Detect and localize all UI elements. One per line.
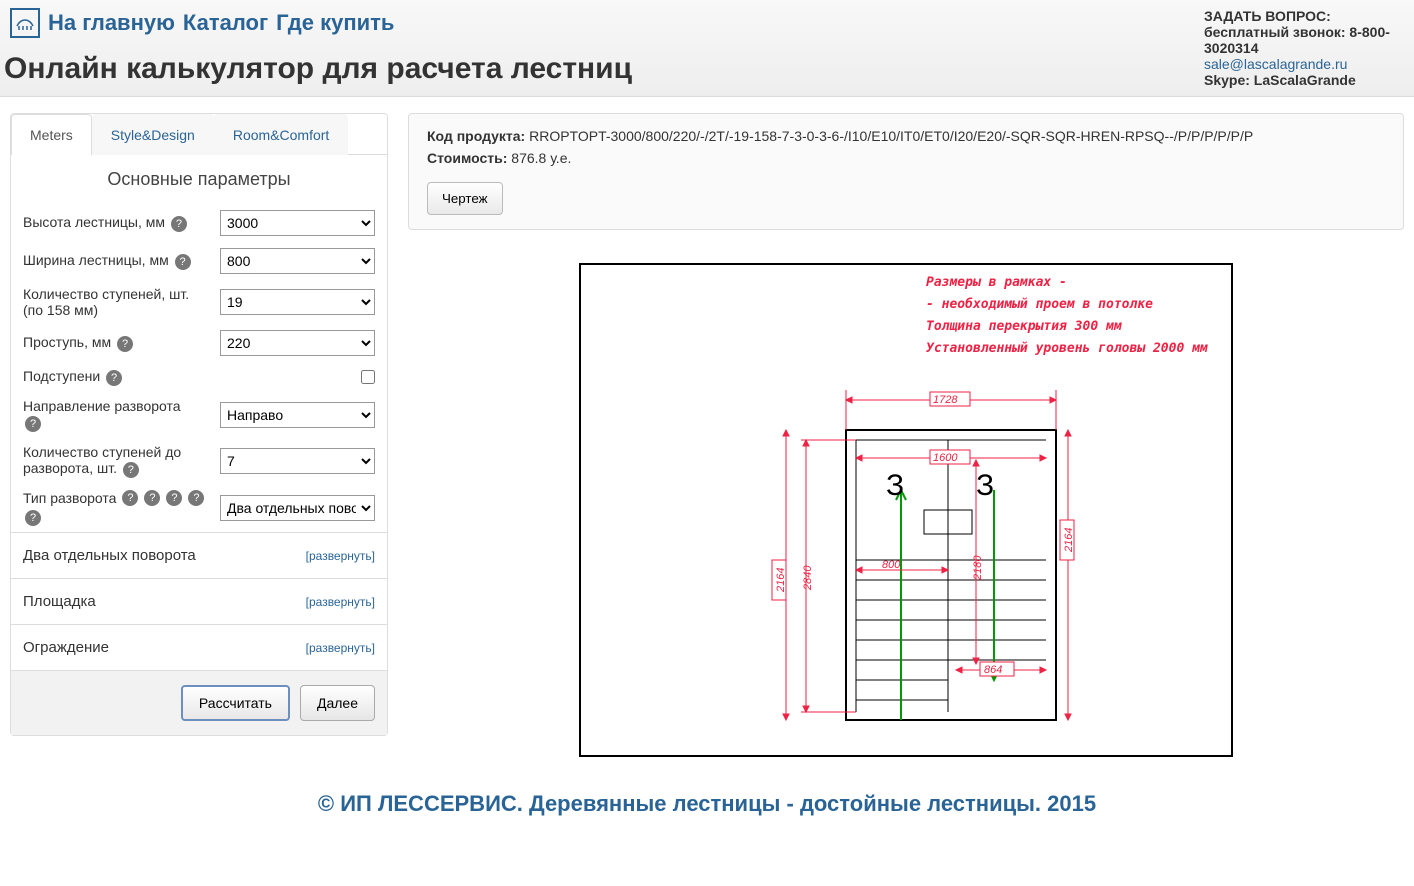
label-steps-before: Количество ступеней до разворота, шт. ? bbox=[23, 444, 208, 478]
svg-text:2164: 2164 bbox=[1063, 528, 1075, 553]
footer: © ИП ЛЕССЕРВИС. Деревянные лестницы - до… bbox=[0, 779, 1414, 829]
help-icon[interactable]: ? bbox=[144, 490, 160, 506]
select-tread[interactable]: 220 bbox=[220, 330, 375, 356]
calculate-button[interactable]: Рассчитать bbox=[181, 685, 290, 721]
label-risers: Подступени ? bbox=[23, 368, 122, 386]
tab-meters[interactable]: Meters bbox=[11, 114, 92, 155]
logo-icon[interactable] bbox=[10, 8, 40, 38]
label-direction: Направление разворота? bbox=[23, 398, 181, 432]
label-height: Высота лестницы, мм ? bbox=[23, 214, 187, 232]
contact-ask: ЗАДАТЬ ВОПРОС: bbox=[1204, 8, 1394, 24]
help-icon[interactable]: ? bbox=[166, 490, 182, 506]
svg-text:1600: 1600 bbox=[933, 452, 958, 464]
accordion-railing[interactable]: Ограждение [развернуть] bbox=[11, 625, 387, 670]
svg-text:2164: 2164 bbox=[775, 568, 787, 593]
next-button[interactable]: Далее bbox=[300, 685, 375, 721]
select-steps[interactable]: 19 bbox=[220, 289, 375, 315]
svg-text:2840: 2840 bbox=[802, 565, 814, 591]
label-tread: Проступь, мм ? bbox=[23, 334, 133, 352]
help-icon[interactable]: ? bbox=[171, 216, 187, 232]
drawing-button[interactable]: Чертеж bbox=[427, 182, 503, 215]
accordion-two-turns[interactable]: Два отдельных поворота [развернуть] bbox=[11, 533, 387, 579]
contact-email[interactable]: sale@lascalagrande.ru bbox=[1204, 56, 1347, 72]
help-icon[interactable]: ? bbox=[122, 490, 138, 506]
label-turn-type: Тип разворота ? ? ? ? ? bbox=[23, 490, 213, 526]
nav-catalog[interactable]: Каталог bbox=[183, 10, 268, 36]
help-icon[interactable]: ? bbox=[117, 336, 133, 352]
help-icon[interactable]: ? bbox=[25, 416, 41, 432]
svg-text:З: З bbox=[976, 469, 994, 502]
select-turn-type[interactable]: Два отдельных пово bbox=[220, 495, 375, 521]
product-cost-line: Стоимость: 876.8 у.е. bbox=[427, 150, 1385, 166]
svg-text:Размеры в рамках -: Размеры в рамках - bbox=[926, 275, 1067, 290]
panel-title: Основные параметры bbox=[11, 155, 387, 204]
nav-where[interactable]: Где купить bbox=[276, 10, 394, 36]
svg-text:Толщина перекрытия 300 мм: Толщина перекрытия 300 мм bbox=[926, 319, 1122, 334]
nav-home[interactable]: На главную bbox=[48, 10, 175, 36]
svg-text:- необходимый проем в потолке: - необходимый проем в потолке bbox=[926, 297, 1153, 312]
help-icon[interactable]: ? bbox=[175, 254, 191, 270]
page-title: Онлайн калькулятор для расчета лестниц bbox=[4, 52, 632, 86]
help-icon[interactable]: ? bbox=[25, 510, 41, 526]
select-direction[interactable]: Направо bbox=[220, 402, 375, 428]
product-info-card: Код продукта: RROPTOPT-3000/800/220/-/2T… bbox=[408, 113, 1404, 230]
help-icon[interactable]: ? bbox=[106, 370, 122, 386]
svg-text:Установленный уровень головы 2: Установленный уровень головы 2000 мм bbox=[926, 341, 1208, 356]
contact-block: ЗАДАТЬ ВОПРОС: бесплатный звонок: 8-800-… bbox=[1204, 8, 1404, 88]
help-icon[interactable]: ? bbox=[188, 490, 204, 506]
svg-text:2180: 2180 bbox=[972, 555, 984, 581]
svg-text:800: 800 bbox=[882, 559, 901, 571]
svg-text:З: З bbox=[886, 469, 904, 502]
tab-room[interactable]: Room&Comfort bbox=[214, 114, 348, 155]
select-steps-before[interactable]: 7 bbox=[220, 448, 375, 474]
svg-text:864: 864 bbox=[984, 664, 1002, 676]
select-height[interactable]: 3000 bbox=[220, 210, 375, 236]
accordion-platform[interactable]: Площадка [развернуть] bbox=[11, 579, 387, 625]
checkbox-risers[interactable] bbox=[361, 370, 375, 384]
technical-drawing: Размеры в рамках - - необходимый проем в… bbox=[408, 260, 1404, 763]
top-nav: На главную Каталог Где купить bbox=[10, 8, 632, 38]
accordion: Два отдельных поворота [развернуть] Площ… bbox=[11, 532, 387, 670]
contact-skype: Skype: LaScalaGrande bbox=[1204, 72, 1394, 88]
tabs: Meters Style&Design Room&Comfort bbox=[11, 114, 387, 155]
label-steps: Количество ступеней, шт. (по 158 мм) bbox=[23, 286, 208, 318]
contact-call: бесплатный звонок: 8-800-3020314 bbox=[1204, 24, 1394, 56]
product-code-line: Код продукта: RROPTOPT-3000/800/220/-/2T… bbox=[427, 128, 1385, 144]
svg-text:1728: 1728 bbox=[933, 394, 958, 406]
label-width: Ширина лестницы, мм ? bbox=[23, 252, 191, 270]
tab-style[interactable]: Style&Design bbox=[92, 114, 214, 155]
sidebar-form: Meters Style&Design Room&Comfort Основны… bbox=[10, 113, 388, 736]
select-width[interactable]: 800 bbox=[220, 248, 375, 274]
help-icon[interactable]: ? bbox=[123, 462, 139, 478]
